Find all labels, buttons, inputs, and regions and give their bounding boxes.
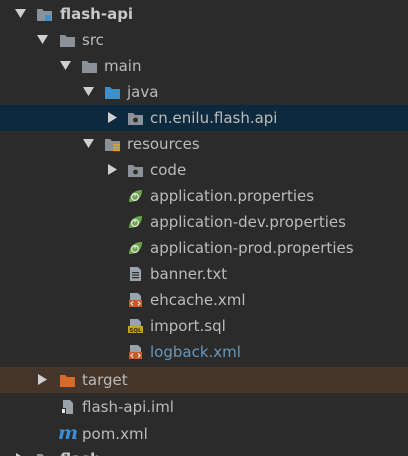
tree-item-java[interactable]: java — [0, 79, 408, 105]
tree-item-file[interactable]: application-prod.properties — [0, 235, 408, 261]
tree-item-package[interactable]: cn.enilu.flash.api — [0, 105, 408, 131]
tree-item-resources[interactable]: resources — [0, 131, 408, 157]
chevron-right-icon[interactable] — [106, 163, 119, 176]
tree-item-label: cn.enilu.flash.api — [150, 109, 278, 127]
folder-icon — [60, 35, 75, 47]
tree-item-label: application.properties — [150, 187, 315, 205]
xml-file-icon — [129, 293, 142, 307]
tree-item-file[interactable]: application.properties — [0, 183, 408, 209]
tree-item-main[interactable]: main — [0, 53, 408, 79]
chevron-down-icon[interactable] — [82, 85, 95, 98]
folder-icon — [82, 61, 97, 73]
tree-item-label: banner.txt — [150, 265, 228, 283]
resources-folder-icon — [105, 139, 120, 152]
tree-item-file[interactable]: SQL import.sql — [0, 313, 408, 339]
package-icon — [128, 113, 143, 125]
tree-item-file[interactable]: ehcache.xml — [0, 287, 408, 313]
chevron-right-icon[interactable] — [14, 452, 27, 456]
spring-leaf-icon — [129, 190, 142, 202]
source-folder-icon — [105, 87, 120, 99]
xml-file-icon — [129, 345, 142, 359]
excluded-folder-icon — [60, 375, 75, 387]
chevron-right-icon[interactable] — [36, 373, 49, 386]
tree-item-partial[interactable]: flash — [0, 446, 408, 456]
tree-item-label: java — [127, 83, 159, 101]
tree-item-label: resources — [127, 135, 200, 153]
tree-item-flash-api[interactable]: flash-api — [0, 1, 408, 27]
chevron-down-icon[interactable] — [14, 7, 27, 20]
tree-item-file[interactable]: application-dev.properties — [0, 209, 408, 235]
tree-item-label: code — [150, 161, 187, 179]
tree-item-code[interactable]: code — [0, 157, 408, 183]
chevron-down-icon[interactable] — [82, 137, 95, 150]
module-folder-icon — [37, 9, 52, 21]
tree-item-iml[interactable]: flash-api.iml — [0, 394, 408, 420]
tree-item-label: main — [104, 57, 142, 75]
svg-text:SQL: SQL — [129, 328, 142, 334]
tree-item-file[interactable]: logback.xml — [0, 339, 408, 365]
maven-icon: m — [58, 422, 79, 444]
spring-leaf-icon — [129, 216, 142, 228]
tree-item-label: pom.xml — [82, 425, 148, 443]
tree-item-src[interactable]: src — [0, 27, 408, 53]
project-tree: flash-api src main java cn.enilu.flash.a… — [0, 0, 408, 456]
tree-item-label: flash-api.iml — [82, 398, 174, 416]
package-icon — [128, 165, 143, 177]
tree-item-file[interactable]: banner.txt — [0, 261, 408, 287]
tree-item-label: flash-api — [60, 5, 134, 23]
chevron-right-icon[interactable] — [106, 111, 119, 124]
chevron-down-icon[interactable] — [59, 59, 72, 72]
chevron-down-icon[interactable] — [36, 33, 49, 46]
tree-item-label: import.sql — [150, 317, 226, 335]
text-file-icon — [130, 267, 141, 281]
tree-item-label: ehcache.xml — [150, 291, 246, 309]
sql-file-icon: SQL — [128, 319, 143, 334]
tree-item-label: src — [82, 31, 104, 49]
tree-item-label: target — [82, 371, 128, 389]
tree-item-label: flash — [60, 449, 101, 456]
tree-item-pom[interactable]: m pom.xml — [0, 421, 408, 447]
tree-item-label: application-dev.properties — [150, 213, 346, 231]
tree-item-label: application-prod.properties — [150, 239, 354, 257]
spring-leaf-icon — [129, 242, 142, 254]
module-file-icon — [61, 400, 73, 414]
tree-item-target[interactable]: target — [0, 367, 408, 393]
module-folder-icon — [37, 454, 52, 456]
tree-item-label: logback.xml — [150, 343, 241, 361]
